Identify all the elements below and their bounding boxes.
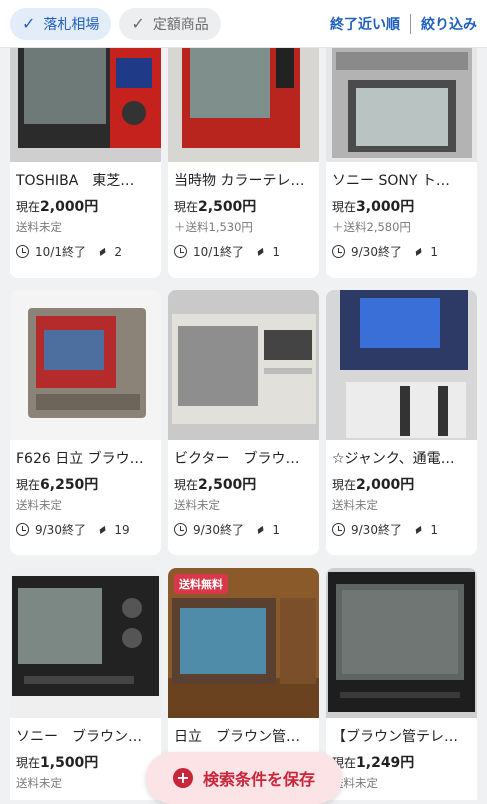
item-meta: 9/30終了 ▰ 1 (332, 521, 471, 538)
item-shipping: ＋送料1,530円 (174, 220, 253, 234)
clock-icon (174, 245, 187, 258)
item-meta: 9/30終了 ▰ 19 (16, 521, 155, 538)
item-image (326, 568, 477, 718)
item-meta: 9/30終了 ▰ 1 (174, 521, 313, 538)
filter-bar: ✓ 落札相場 ✓ 定額商品 終了近い順 絞り込み (0, 0, 487, 48)
item-price: 現在2,000円 (16, 199, 99, 215)
free-shipping-badge: 送料無料 (174, 574, 228, 594)
hammer-icon: ▰ (94, 243, 110, 260)
item-shipping: 送料未定 (332, 498, 378, 512)
clock-icon (16, 245, 29, 258)
item-bids: 1 (430, 522, 439, 537)
item-shipping: 送料未定 (16, 498, 62, 512)
item-end: 10/1終了 (193, 245, 244, 259)
item-bids: 2 (114, 244, 123, 259)
check-icon: ✓ (131, 14, 145, 33)
item-card[interactable]: ビクター ブラウ… 現在2,500円 送料未定 9/30終了 ▰ 1 (168, 290, 319, 555)
clock-icon (332, 523, 345, 536)
item-image (326, 290, 477, 440)
item-shipping: 送料未定 (332, 776, 378, 790)
item-shipping: 送料未定 (16, 776, 62, 790)
item-meta: 10/1終了 ▰ 2 (16, 243, 155, 260)
save-search-button[interactable]: + 検索条件を保存 (146, 752, 342, 804)
clock-icon (174, 523, 187, 536)
check-icon: ✓ (22, 14, 36, 33)
item-bids: 19 (114, 522, 130, 537)
hammer-icon: ▰ (410, 243, 426, 260)
item-end: 9/30終了 (351, 245, 402, 259)
item-title[interactable]: ソニー SONY ト… (332, 170, 471, 190)
item-image (10, 48, 161, 162)
item-meta: 10/1終了 ▰ 1 (174, 243, 313, 260)
item-image (10, 290, 161, 440)
chip-fixed-price[interactable]: ✓ 定額商品 (119, 7, 221, 40)
item-image (168, 290, 319, 440)
item-end: 9/30終了 (193, 523, 244, 537)
save-search-label: 検索条件を保存 (202, 770, 315, 789)
sort-button[interactable]: 終了近い順 (330, 14, 400, 34)
chip-market-price[interactable]: ✓ 落札相場 (10, 7, 112, 40)
item-image (326, 48, 477, 162)
item-title[interactable]: 日立 ブラウン管… (174, 726, 313, 746)
item-title[interactable]: TOSHIBA 東芝… (16, 170, 155, 190)
item-end: 10/1終了 (35, 245, 86, 259)
chip-label: 定額商品 (152, 16, 209, 33)
item-title[interactable]: F626 日立 ブラウ… (16, 448, 155, 468)
item-image (10, 568, 161, 718)
item-shipping: 送料未定 (16, 220, 62, 234)
item-title[interactable]: 当時物 カラーテレ… (174, 170, 313, 190)
item-price: 現在2,500円 (174, 199, 257, 215)
item-card[interactable]: ソニー ブラウン… 現在1,500円 送料未定 (10, 568, 161, 800)
item-image: 送料無料 (168, 568, 319, 718)
hammer-icon: ▰ (94, 521, 110, 538)
item-bids: 1 (430, 244, 439, 259)
item-title[interactable]: ビクター ブラウ… (174, 448, 313, 468)
item-price: 現在1,249円 (332, 755, 415, 771)
hammer-icon: ▰ (252, 243, 268, 260)
item-price: 現在2,500円 (174, 477, 257, 493)
item-price: 現在1,500円 (16, 755, 99, 771)
item-card[interactable]: ソニー SONY ト… 現在3,000円 ＋送料2,580円 9/30終了 ▰ … (326, 48, 477, 278)
item-card[interactable]: TOSHIBA 東芝… 現在2,000円 送料未定 10/1終了 ▰ 2 (10, 48, 161, 278)
plus-icon: + (172, 768, 193, 788)
item-image (168, 48, 319, 162)
item-end: 9/30終了 (351, 523, 402, 537)
results-grid: TOSHIBA 東芝… 現在2,000円 送料未定 10/1終了 ▰ 2 当時物… (0, 48, 487, 800)
item-card[interactable]: F626 日立 ブラウ… 現在6,250円 送料未定 9/30終了 ▰ 19 (10, 290, 161, 555)
item-shipping: ＋送料2,580円 (332, 220, 411, 234)
item-title[interactable]: 【ブラウン管テレ… (332, 726, 471, 746)
divider (410, 13, 411, 34)
item-card[interactable]: 【ブラウン管テレ… 現在1,249円 送料未定 (326, 568, 477, 800)
clock-icon (16, 523, 29, 536)
item-bids: 1 (272, 522, 281, 537)
item-shipping: 送料未定 (174, 498, 220, 512)
item-meta: 9/30終了 ▰ 1 (332, 243, 471, 260)
item-card[interactable]: 当時物 カラーテレ… 現在2,500円 ＋送料1,530円 10/1終了 ▰ 1 (168, 48, 319, 278)
refine-button[interactable]: 絞り込み (421, 14, 477, 34)
item-title[interactable]: ☆ジャンク、通電… (332, 448, 471, 468)
item-bids: 1 (272, 244, 281, 259)
hammer-icon: ▰ (410, 521, 426, 538)
chip-label: 落札相場 (43, 16, 100, 33)
clock-icon (332, 245, 345, 258)
item-price: 現在3,000円 (332, 199, 415, 215)
item-price: 現在2,000円 (332, 477, 415, 493)
item-end: 9/30終了 (35, 523, 86, 537)
item-card[interactable]: ☆ジャンク、通電… 現在2,000円 送料未定 9/30終了 ▰ 1 (326, 290, 477, 555)
hammer-icon: ▰ (252, 521, 268, 538)
item-price: 現在6,250円 (16, 477, 99, 493)
item-title[interactable]: ソニー ブラウン… (16, 726, 155, 746)
